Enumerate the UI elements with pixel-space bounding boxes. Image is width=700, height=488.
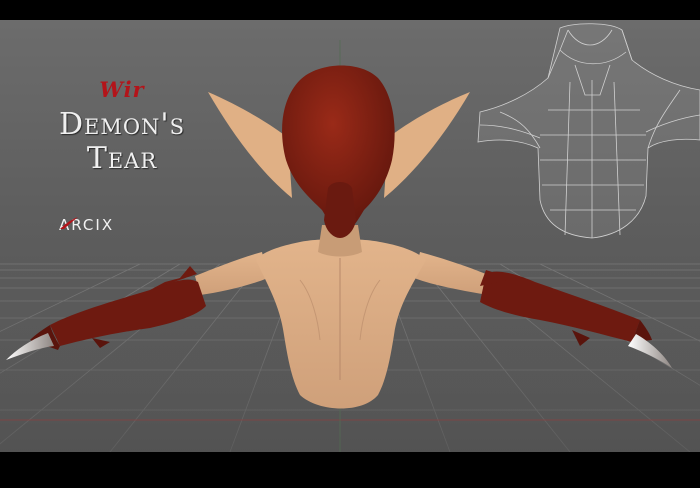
3d-viewport[interactable]: Wir Demon's Tear ARCIX [0,20,700,452]
artwork-title: Demon's Tear [58,107,186,176]
brand-swoosh-icon [60,217,78,229]
artwork-title-block: Wir Demon's Tear [22,78,222,176]
hair-tail [324,182,356,238]
right-ear [384,92,470,198]
letterbox-frame: Wir Demon's Tear ARCIX [0,0,700,488]
wireframe-model [477,23,700,239]
title-prefix: Wir [99,77,145,102]
artist-brand: ARCIX [58,216,114,234]
